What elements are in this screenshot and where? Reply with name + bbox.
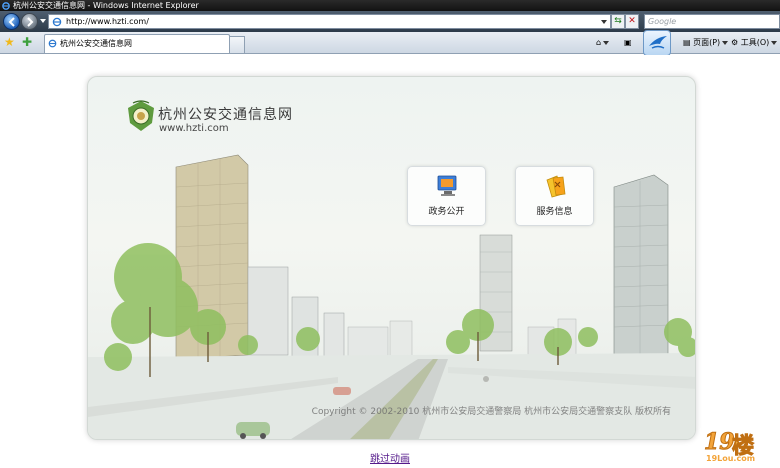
copyright-text: Copyright © 2002-2010 杭州市公安局交通警察局 杭州市公安局… bbox=[311, 407, 671, 417]
watermark-number: 19 bbox=[704, 429, 736, 456]
back-arrow-icon bbox=[8, 17, 15, 27]
back-button[interactable] bbox=[3, 13, 20, 30]
ie-logo-icon bbox=[2, 1, 10, 10]
stop-button[interactable]: ✕ bbox=[625, 14, 639, 29]
page-menu[interactable]: ▤ 页面(P) bbox=[683, 37, 729, 49]
rss-icon: ▣ bbox=[624, 38, 632, 47]
19lou-watermark: 19 楼 19Lou.com bbox=[704, 429, 774, 465]
tab-current[interactable]: 杭州公安交通信息网 bbox=[44, 34, 230, 53]
info-folder-icon bbox=[546, 175, 566, 198]
addon-bird-button[interactable] bbox=[643, 30, 671, 56]
service-info-label: 服务信息 bbox=[536, 207, 573, 217]
page-content: 杭州公安交通信息网 www.hzti.com 政务公开 服务信息 Copyrig… bbox=[0, 55, 780, 468]
refresh-button[interactable]: ⇆ bbox=[611, 14, 625, 29]
government-affairs-label: 政务公开 bbox=[428, 207, 465, 217]
address-dropdown-icon[interactable] bbox=[601, 20, 607, 24]
home-icon: ⌂ bbox=[596, 38, 602, 47]
address-field[interactable]: http://www.hzti.com/ bbox=[48, 14, 611, 29]
window-title: 杭州公安交通信息网 - Windows Internet Explorer bbox=[13, 1, 199, 10]
site-name: 杭州公安交通信息网 bbox=[158, 107, 293, 123]
service-info-tile[interactable]: 服务信息 bbox=[515, 166, 594, 226]
stop-icon: ✕ bbox=[628, 16, 636, 26]
forward-arrow-icon bbox=[27, 17, 34, 27]
tools-menu[interactable]: ⚙ 工具(O) bbox=[731, 37, 778, 49]
page-menu-icon: ▤ bbox=[683, 38, 691, 47]
search-input[interactable]: Google bbox=[644, 14, 780, 29]
new-tab-button[interactable] bbox=[229, 36, 245, 53]
favorites-star-icon[interactable]: ★ bbox=[4, 36, 15, 48]
gear-icon: ⚙ bbox=[731, 38, 739, 47]
police-emblem-icon bbox=[128, 100, 154, 131]
refresh-icon: ⇆ bbox=[614, 16, 622, 26]
site-url: www.hzti.com bbox=[159, 123, 229, 134]
home-button[interactable]: ⌂ bbox=[596, 37, 610, 49]
history-dropdown-icon[interactable] bbox=[40, 19, 46, 23]
flash-intro-panel: 杭州公安交通信息网 www.hzti.com 政务公开 服务信息 Copyrig… bbox=[87, 76, 696, 440]
page-icon bbox=[52, 17, 62, 27]
address-url: http://www.hzti.com/ bbox=[66, 17, 149, 26]
government-affairs-tile[interactable]: 政务公开 bbox=[407, 166, 486, 226]
bird-icon bbox=[649, 36, 667, 49]
forward-button[interactable] bbox=[21, 13, 38, 30]
address-toolbar: http://www.hzti.com/ ⇆ ✕ Google bbox=[0, 11, 780, 32]
window-titlebar: 杭州公安交通信息网 - Windows Internet Explorer bbox=[0, 0, 780, 11]
monitor-icon bbox=[437, 175, 457, 196]
feeds-button[interactable]: ▣ bbox=[624, 37, 632, 49]
tab-page-icon bbox=[48, 39, 57, 48]
add-favorite-icon[interactable]: ✚ bbox=[22, 36, 32, 48]
tab-label: 杭州公安交通信息网 bbox=[60, 39, 132, 48]
watermark-url: 19Lou.com bbox=[706, 454, 756, 463]
skip-animation-link[interactable]: 跳过动画 bbox=[370, 450, 410, 465]
